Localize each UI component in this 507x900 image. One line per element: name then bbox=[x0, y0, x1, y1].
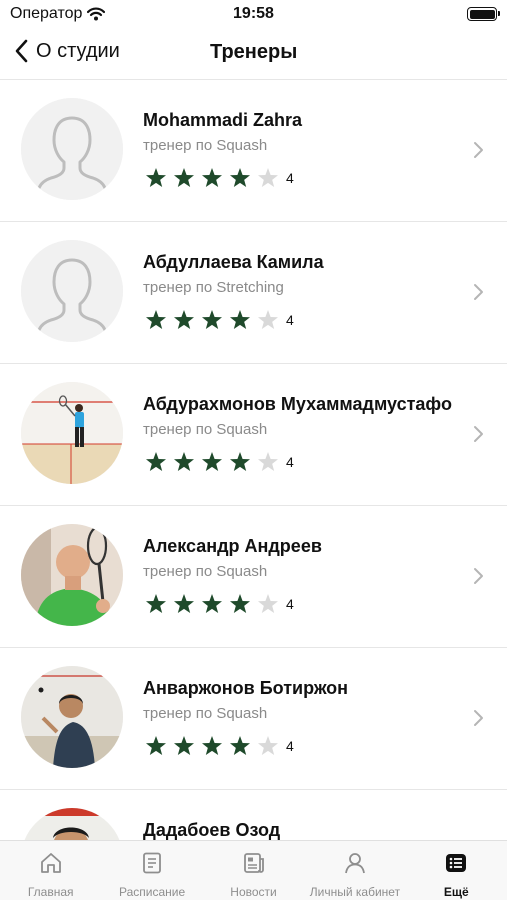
rating-value: 4 bbox=[286, 596, 294, 612]
trainer-name: Абдуллаева Камила bbox=[143, 252, 324, 272]
trainer-row[interactable]: Александр Андреев тренер по Squash 4 bbox=[0, 506, 507, 648]
navigation-bar: О студии Тренеры bbox=[0, 30, 507, 80]
status-time: 19:58 bbox=[233, 5, 274, 22]
trainer-photo bbox=[21, 382, 123, 484]
trainer-avatar bbox=[21, 98, 123, 200]
star-icon bbox=[202, 168, 222, 187]
battery-icon bbox=[467, 7, 500, 21]
star-icon bbox=[174, 452, 194, 471]
trainer-name: Александр Андреев bbox=[143, 536, 322, 556]
trainer-row[interactable]: Абдуллаева Камила тренер по Stretching 4 bbox=[0, 222, 507, 364]
trainer-avatar bbox=[21, 808, 123, 840]
trainer-row[interactable]: Mohammadi Zahra тренер по Squash 4 bbox=[0, 80, 507, 222]
schedule-icon bbox=[140, 851, 164, 880]
star-icon bbox=[258, 594, 278, 613]
trainer-name: Дадабоев Озод bbox=[143, 820, 281, 840]
trainer-avatar bbox=[21, 240, 123, 342]
star-icon bbox=[146, 168, 166, 187]
star-icon bbox=[258, 168, 278, 187]
person-placeholder-icon bbox=[21, 98, 123, 200]
tab-label: Главная bbox=[27, 885, 74, 899]
star-icon bbox=[258, 310, 278, 329]
trainer-list: Mohammadi Zahra тренер по Squash 4 Абдуллае… bbox=[0, 80, 507, 840]
trainer-name: Mohammadi Zahra bbox=[143, 110, 303, 130]
trainer-avatar bbox=[21, 666, 123, 768]
chevron-left-icon bbox=[15, 39, 28, 63]
chevron-right-icon bbox=[474, 284, 483, 300]
star-icon bbox=[174, 310, 194, 329]
star-icon bbox=[146, 736, 166, 755]
star-icon bbox=[230, 310, 250, 329]
star-rating: 4 bbox=[144, 735, 294, 757]
tab-home[interactable]: Главная bbox=[0, 841, 101, 900]
tab-bar: Главная Расписание Новости Личный кабинет Ещ… bbox=[0, 840, 507, 900]
star-icon bbox=[174, 168, 194, 187]
more-icon bbox=[444, 851, 468, 880]
chevron-right-icon bbox=[474, 710, 483, 726]
trainer-photo bbox=[21, 808, 123, 840]
star-icon bbox=[146, 594, 166, 613]
star-icon bbox=[202, 452, 222, 471]
rating-value: 4 bbox=[286, 312, 294, 328]
chevron-right-icon bbox=[474, 426, 483, 442]
back-label: О студии bbox=[36, 39, 120, 62]
trainer-photo bbox=[21, 666, 123, 768]
trainer-photo bbox=[21, 524, 123, 626]
star-icon bbox=[146, 452, 166, 471]
tab-label: Ещё bbox=[443, 885, 469, 899]
star-rating: 4 bbox=[144, 167, 294, 189]
star-icon bbox=[174, 736, 194, 755]
trainer-name: Абдурахмонов Мухаммадмустафо bbox=[143, 394, 452, 414]
tab-label: Расписание bbox=[119, 885, 186, 899]
star-icon bbox=[202, 736, 222, 755]
back-button[interactable]: О студии bbox=[14, 39, 120, 63]
tab-more[interactable]: Ещё bbox=[406, 841, 507, 900]
star-icon bbox=[202, 310, 222, 329]
trainer-role: тренер по Squash bbox=[143, 705, 268, 722]
star-icon bbox=[230, 168, 250, 187]
tab-news[interactable]: Новости bbox=[203, 841, 304, 900]
star-rating: 4 bbox=[144, 593, 294, 615]
trainer-role: тренер по Squash bbox=[143, 137, 268, 154]
trainer-role: тренер по Stretching bbox=[143, 279, 284, 296]
person-placeholder-icon bbox=[21, 240, 123, 342]
tab-schedule[interactable]: Расписание bbox=[101, 841, 202, 900]
star-icon bbox=[202, 594, 222, 613]
trainer-name: Анваржонов Ботиржон bbox=[143, 678, 349, 698]
star-icon bbox=[258, 452, 278, 471]
tab-label: Личный кабинет bbox=[309, 885, 401, 899]
star-icon bbox=[258, 736, 278, 755]
star-icon bbox=[230, 594, 250, 613]
chevron-right-icon bbox=[474, 568, 483, 584]
tab-label: Новости bbox=[230, 885, 277, 899]
trainer-row[interactable]: Абдурахмонов Мухаммадмустафо тренер по Sq… bbox=[0, 364, 507, 506]
trainer-avatar bbox=[21, 524, 123, 626]
rating-value: 4 bbox=[286, 454, 294, 470]
star-icon bbox=[146, 310, 166, 329]
star-rating: 4 bbox=[144, 309, 294, 331]
news-icon bbox=[242, 851, 266, 880]
trainer-role: тренер по Squash bbox=[143, 421, 268, 438]
trainer-row[interactable]: Дадабоев Озод bbox=[0, 790, 507, 840]
star-icon bbox=[230, 736, 250, 755]
page-title: Тренеры bbox=[210, 41, 298, 63]
trainer-role: тренер по Squash bbox=[143, 563, 268, 580]
rating-value: 4 bbox=[286, 170, 294, 186]
trainer-avatar bbox=[21, 382, 123, 484]
rating-value: 4 bbox=[286, 738, 294, 754]
status-bar: Оператор 19:58 bbox=[0, 0, 507, 30]
star-icon bbox=[174, 594, 194, 613]
home-icon bbox=[39, 851, 63, 880]
profile-icon bbox=[343, 851, 367, 880]
trainer-row[interactable]: Анваржонов Ботиржон тренер по Squash 4 bbox=[0, 648, 507, 790]
chevron-right-icon bbox=[474, 142, 483, 158]
star-rating: 4 bbox=[144, 451, 294, 473]
star-icon bbox=[230, 452, 250, 471]
tab-profile[interactable]: Личный кабинет bbox=[304, 841, 405, 900]
